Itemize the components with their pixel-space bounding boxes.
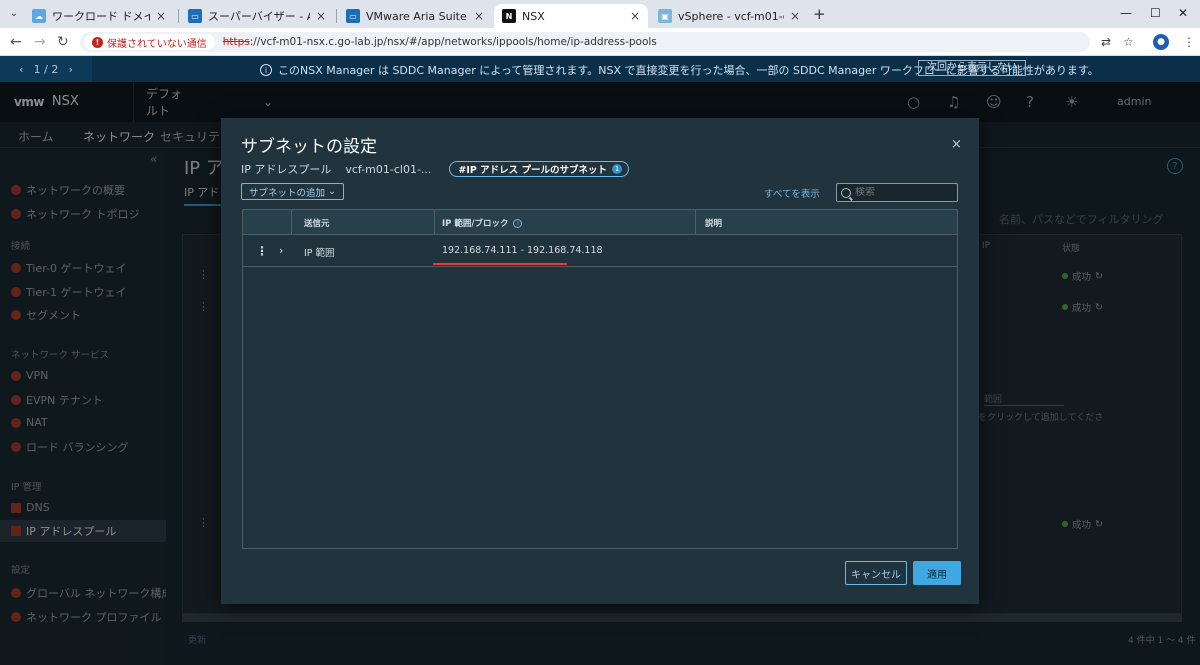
reload-icon[interactable]: ↻	[57, 34, 69, 50]
new-tab-icon[interactable]: +	[813, 5, 826, 23]
subnet-table: 送信元 IP 範囲/ブロック i 説明 ⋮ › IP 範囲 192.168.74…	[242, 209, 958, 549]
count-badge: 1	[612, 164, 622, 174]
search-box[interactable]	[836, 183, 958, 202]
close-icon[interactable]: ×	[474, 9, 484, 23]
back-icon[interactable]: ←	[10, 34, 22, 50]
column-header-range: IP 範囲/ブロック i	[442, 217, 523, 229]
column-divider	[695, 210, 696, 235]
url-field[interactable]: ! 保護されていない通信 https://vcf-m01-nsx.c.go-la…	[80, 32, 1090, 52]
url-scheme: https	[222, 36, 250, 48]
vmw-icon: ▭	[346, 9, 360, 23]
dialog-context: IP アドレスプール vcf-m01-cl01-... #IP アドレス プール…	[241, 161, 629, 177]
add-subnet-button[interactable]: サブネットの追加 ⌄	[241, 183, 344, 200]
pager-prev-icon[interactable]: ‹	[19, 63, 23, 76]
show-all-link[interactable]: すべてを表示	[764, 186, 820, 200]
browser-tab[interactable]: ☁ ワークロード ドメイン - クラスタ ×	[24, 4, 174, 28]
subnet-settings-dialog: サブネットの設定 × IP アドレスプール vcf-m01-cl01-... #…	[221, 118, 979, 604]
row-source: IP 範囲	[304, 248, 335, 259]
address-bar: ← → ↻ ! 保護されていない通信 https://vcf-m01-nsx.c…	[0, 28, 1200, 56]
forward-icon[interactable]: →	[34, 34, 46, 50]
profile-avatar-icon[interactable]: ●	[1153, 34, 1169, 50]
close-icon[interactable]: ×	[316, 9, 326, 23]
banner-pager: ‹ 1 / 2 ›	[0, 56, 92, 82]
dialog-title: サブネットの設定	[241, 137, 377, 157]
close-icon[interactable]: ×	[630, 9, 640, 23]
tab-divider	[178, 9, 179, 23]
info-icon[interactable]: i	[513, 218, 523, 228]
security-chip[interactable]: ! 保護されていない通信	[84, 34, 215, 50]
pager-next-icon[interactable]: ›	[69, 63, 73, 76]
window-close-icon[interactable]: ✕	[1178, 6, 1188, 20]
column-divider	[434, 210, 435, 235]
info-icon: i	[260, 64, 272, 76]
tab-search-icon[interactable]: ⌄	[6, 7, 22, 21]
table-header: 送信元 IP 範囲/ブロック i 説明	[243, 210, 957, 235]
bookmark-star-icon[interactable]: ☆	[1123, 35, 1134, 49]
minimize-icon[interactable]: —	[1120, 6, 1132, 20]
browser-tab-bar: ⌄ ☁ ワークロード ドメイン - クラスタ × ▭ スーパーバイザー - As…	[0, 0, 1200, 28]
cloud-icon: ☁	[32, 9, 46, 23]
close-icon[interactable]: ×	[951, 137, 962, 152]
browser-tab[interactable]: ▭ スーパーバイザー - Assembler ×	[180, 4, 334, 28]
search-icon	[841, 187, 851, 198]
browser-menu-icon[interactable]: ⋮	[1183, 35, 1195, 49]
table-row: ⋮ › IP 範囲 192.168.74.111 - 192.168.74.11…	[243, 236, 957, 267]
search-input[interactable]	[855, 187, 955, 198]
apply-button[interactable]: 適用	[913, 561, 961, 585]
close-icon[interactable]: ×	[790, 9, 800, 23]
url-text: https://vcf-m01-nsx.c.go-lab.jp/nsx/#/ap…	[223, 36, 657, 48]
vmw-icon: ▭	[188, 9, 202, 23]
translate-icon[interactable]: ⇄	[1101, 35, 1111, 49]
browser-tab-active[interactable]: N NSX ×	[494, 4, 648, 28]
browser-tab[interactable]: ▣ vSphere - vcf-m01-cl01 - ホスト ×	[650, 4, 808, 28]
maximize-icon[interactable]: ☐	[1150, 6, 1161, 20]
column-divider	[291, 210, 292, 235]
pager-text: 1 / 2	[33, 62, 59, 76]
close-icon[interactable]: ×	[156, 9, 166, 23]
subnet-count-pill: #IP アドレス プールのサブネット 1	[449, 161, 629, 177]
pool-label: IP アドレスプール	[241, 163, 332, 176]
url-path: ://vcf-m01-nsx.c.go-lab.jp/nsx/#/app/net…	[249, 36, 657, 48]
warning-icon: !	[92, 36, 103, 48]
dismiss-banner-button[interactable]: 次回から表示しない	[918, 60, 1026, 76]
sddc-info-banner: ‹ 1 / 2 › i このNSX Manager は SDDC Manager…	[0, 56, 1200, 82]
tab-divider	[336, 9, 337, 23]
chevron-down-icon: ⌄	[328, 186, 336, 197]
row-actions-icon[interactable]: ⋮	[256, 244, 268, 258]
highlight-underline	[433, 263, 567, 265]
column-header-source: 送信元	[304, 219, 330, 229]
nsx-icon: N	[502, 9, 516, 23]
pool-name: vcf-m01-cl01-...	[345, 162, 432, 176]
row-ip-range: 192.168.74.111 - 192.168.74.118	[442, 245, 603, 256]
vsphere-icon: ▣	[658, 9, 672, 23]
cancel-button[interactable]: キャンセル	[845, 561, 907, 585]
expand-row-chevron-icon[interactable]: ›	[279, 244, 283, 257]
browser-tab[interactable]: ▭ VMware Aria Suite Lifecycle ×	[338, 4, 492, 28]
column-header-description: 説明	[705, 219, 723, 229]
